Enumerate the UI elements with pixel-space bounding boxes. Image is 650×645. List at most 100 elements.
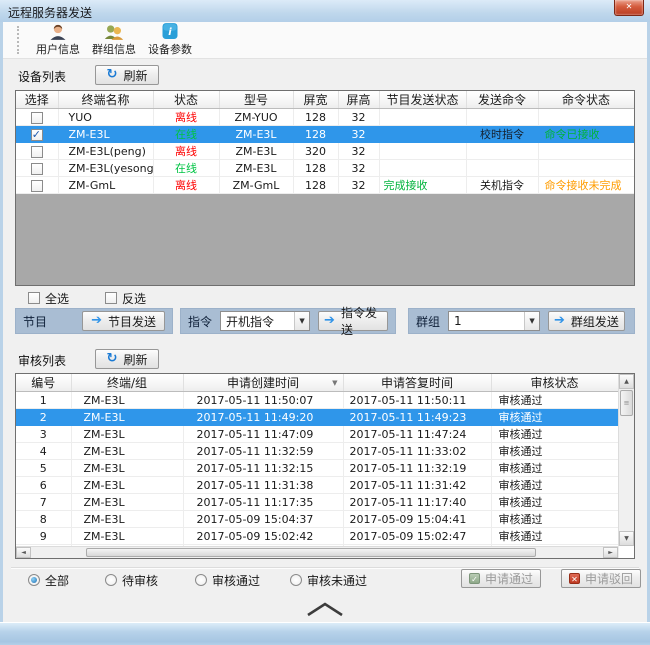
- filter-radio-pending[interactable]: 待审核: [105, 573, 158, 587]
- cell-model: ZM-YUO: [219, 109, 293, 126]
- row-checkbox[interactable]: [31, 163, 43, 175]
- select-all-checkbox[interactable]: 全选: [28, 291, 69, 305]
- cell-screen-height: 32: [338, 126, 379, 143]
- audit-table-row[interactable]: 2 ZM-E3L 2017-05-11 11:49:20 2017-05-11 …: [16, 409, 618, 426]
- row-checkbox[interactable]: [31, 112, 43, 124]
- horizontal-scrollbar[interactable]: ◄ ►: [16, 546, 618, 558]
- collapse-chevron-icon[interactable]: [303, 600, 347, 617]
- device-table-row[interactable]: ZM-E3L(peng) 离线 ZM-E3L 320 32: [16, 143, 634, 160]
- audit-table-row[interactable]: 9 ZM-E3L 2017-05-09 15:02:42 2017-05-09 …: [16, 528, 618, 545]
- check-icon: ✓: [469, 573, 480, 584]
- radio-icon[interactable]: [28, 574, 40, 586]
- col-select[interactable]: 选择: [16, 91, 58, 109]
- vertical-scrollbar[interactable]: ▲ ≡ ▼: [618, 374, 634, 546]
- row-checkbox[interactable]: [31, 146, 43, 158]
- command-dropdown[interactable]: 开机指令 ▼: [220, 311, 310, 331]
- chevron-down-icon: ▼: [294, 312, 309, 330]
- col-program-send-status[interactable]: 节目发送状态: [379, 91, 466, 109]
- radio-icon[interactable]: [105, 574, 117, 586]
- approve-request-button[interactable]: ✓ 申请通过: [461, 569, 541, 588]
- scroll-right-icon[interactable]: ►: [603, 547, 618, 558]
- sort-arrow-icon[interactable]: ▼: [332, 379, 337, 387]
- audit-table-row[interactable]: 5 ZM-E3L 2017-05-11 11:32:15 2017-05-11 …: [16, 460, 618, 477]
- col-audit-status[interactable]: 审核状态: [491, 374, 618, 392]
- device-refresh-button[interactable]: ↻ 刷新: [95, 65, 159, 85]
- invert-select-checkbox[interactable]: 反选: [105, 291, 146, 305]
- toolbar-button-device-params[interactable]: i 设备参数: [142, 23, 198, 57]
- radio-icon[interactable]: [195, 574, 207, 586]
- toolbar-label: 用户信息: [36, 41, 80, 57]
- refresh-icon: ↻: [107, 69, 118, 81]
- cell-terminal: ZM-E3L: [71, 443, 183, 460]
- cell-terminal-name: YUO: [58, 109, 153, 126]
- cell-audit-status: 审核通过: [491, 392, 618, 409]
- cell-id: 1: [16, 392, 71, 409]
- audit-table-row[interactable]: 1 ZM-E3L 2017-05-11 11:50:07 2017-05-11 …: [16, 392, 618, 409]
- checkbox-icon[interactable]: [105, 292, 117, 304]
- filter-radio-all[interactable]: 全部: [28, 573, 69, 587]
- program-send-button[interactable]: ➔ 节目发送: [82, 311, 165, 331]
- group-dropdown[interactable]: 1 ▼: [448, 311, 540, 331]
- audit-table-row[interactable]: 4 ZM-E3L 2017-05-11 11:32:59 2017-05-11 …: [16, 443, 618, 460]
- cell-created-time: 2017-05-11 11:31:38: [183, 477, 343, 494]
- cell-id: 8: [16, 511, 71, 528]
- cell-status: 离线: [153, 177, 219, 194]
- audit-table-header-row: 编号 终端/组 申请创建时间 ▼ 申请答复时间 审核状态: [16, 374, 618, 392]
- title-bar[interactable]: 远程服务器发送 ✕: [0, 0, 650, 22]
- close-button[interactable]: ✕: [614, 0, 644, 16]
- scroll-down-icon[interactable]: ▼: [619, 531, 634, 546]
- checkbox-icon[interactable]: [28, 292, 40, 304]
- device-table-row[interactable]: ZM-E3L 在线 ZM-E3L 128 32 校时指令 命令已接收: [16, 126, 634, 143]
- row-checkbox[interactable]: [31, 180, 43, 192]
- audit-table-row[interactable]: 3 ZM-E3L 2017-05-11 11:47:09 2017-05-11 …: [16, 426, 618, 443]
- toolbar-button-group-info[interactable]: 群组信息: [86, 23, 142, 57]
- device-table-row[interactable]: ZM-E3L(yesong) 在线 ZM-E3L 128 32: [16, 160, 634, 177]
- cell-created-time: 2017-05-11 11:17:35: [183, 494, 343, 511]
- row-checkbox[interactable]: [31, 129, 43, 141]
- toolbar: 用户信息 群组信息 i 设备参数: [3, 22, 647, 59]
- toolbar-gripper-icon: [17, 26, 20, 54]
- group-label: 群组: [416, 313, 440, 330]
- cell-model: ZM-GmL: [219, 177, 293, 194]
- toolbar-button-user-info[interactable]: 用户信息: [30, 23, 86, 57]
- col-reply-time[interactable]: 申请答复时间: [343, 374, 491, 392]
- send-arrow-icon: ➔: [324, 315, 335, 327]
- scroll-up-icon[interactable]: ▲: [619, 374, 634, 389]
- col-created-time[interactable]: 申请创建时间 ▼: [183, 374, 343, 392]
- cell-terminal-name: ZM-E3L(peng): [58, 143, 153, 160]
- filter-radio-rejected[interactable]: 审核未通过: [290, 573, 367, 587]
- col-id[interactable]: 编号: [16, 374, 71, 392]
- cell-program-status: 完成接收: [379, 177, 466, 194]
- audit-table-row[interactable]: 7 ZM-E3L 2017-05-11 11:17:35 2017-05-11 …: [16, 494, 618, 511]
- filter-radio-approved[interactable]: 审核通过: [195, 573, 260, 587]
- cell-program-status: [379, 109, 466, 126]
- cell-command: [466, 109, 538, 126]
- refresh-icon: ↻: [107, 353, 118, 365]
- scroll-left-icon[interactable]: ◄: [16, 547, 31, 558]
- audit-table-row[interactable]: 6 ZM-E3L 2017-05-11 11:31:38 2017-05-11 …: [16, 477, 618, 494]
- horizontal-scrollbar-thumb[interactable]: [86, 548, 536, 557]
- window-title: 远程服务器发送: [8, 4, 92, 21]
- dialog-window: 远程服务器发送 ✕ 用户信息: [0, 0, 650, 645]
- cell-model: ZM-E3L: [219, 143, 293, 160]
- col-model[interactable]: 型号: [219, 91, 293, 109]
- device-table-row[interactable]: YUO 离线 ZM-YUO 128 32: [16, 109, 634, 126]
- command-send-button[interactable]: ➔ 指令发送: [318, 311, 388, 331]
- col-status[interactable]: 状态: [153, 91, 219, 109]
- audit-table-row[interactable]: 8 ZM-E3L 2017-05-09 15:04:37 2017-05-09 …: [16, 511, 618, 528]
- col-command-status[interactable]: 命令状态: [538, 91, 634, 109]
- device-table-row[interactable]: ZM-GmL 离线 ZM-GmL 128 32 完成接收 关机指令 命令接收未完…: [16, 177, 634, 194]
- col-screen-width[interactable]: 屏宽: [293, 91, 338, 109]
- reject-request-button[interactable]: ✕ 申请驳回: [561, 569, 641, 588]
- audit-refresh-button[interactable]: ↻ 刷新: [95, 349, 159, 369]
- cell-id: 5: [16, 460, 71, 477]
- radio-icon[interactable]: [290, 574, 302, 586]
- group-send-button[interactable]: ➔ 群组发送: [548, 311, 625, 331]
- cell-screen-width: 128: [293, 109, 338, 126]
- col-screen-height[interactable]: 屏高: [338, 91, 379, 109]
- vertical-scrollbar-thumb[interactable]: ≡: [620, 390, 633, 416]
- col-terminal-group[interactable]: 终端/组: [71, 374, 183, 392]
- col-send-command[interactable]: 发送命令: [466, 91, 538, 109]
- col-terminal-name[interactable]: 终端名称: [58, 91, 153, 109]
- cell-audit-status: 审核通过: [491, 528, 618, 545]
